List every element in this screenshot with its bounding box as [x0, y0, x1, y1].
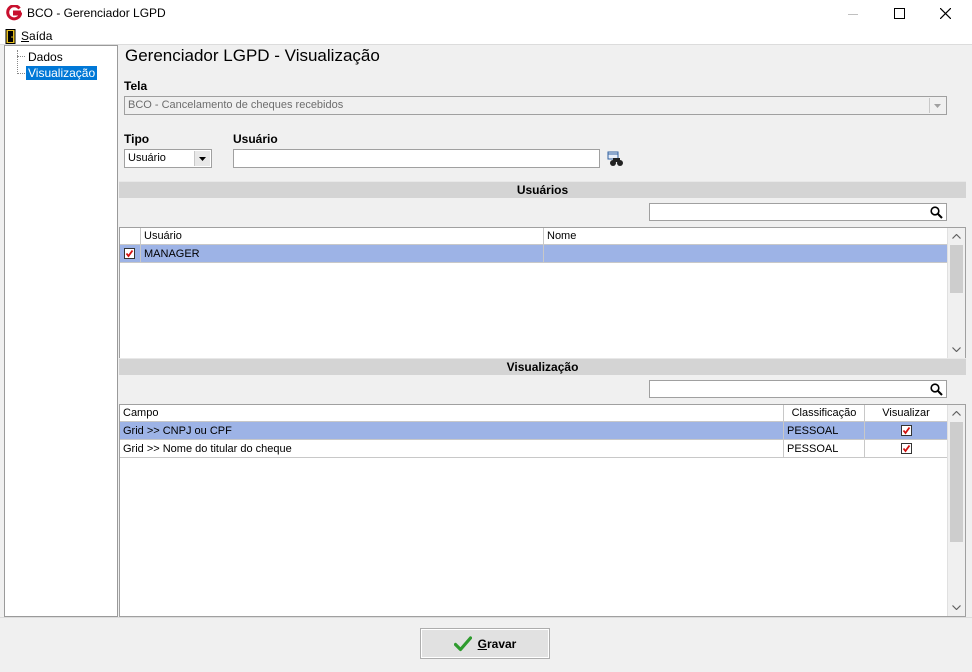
tela-dropdown-button[interactable] — [929, 98, 945, 113]
close-button[interactable] — [922, 0, 968, 27]
scroll-up-icon[interactable] — [948, 228, 965, 245]
view-section-header: Visualização — [119, 358, 966, 375]
table-row[interactable]: Grid >> CNPJ ou CPF PESSOAL — [120, 422, 948, 440]
users-search-input[interactable] — [649, 203, 947, 221]
view-grid-col-visualizar[interactable]: Visualizar — [865, 405, 948, 422]
tipo-select-value: Usuário — [128, 152, 166, 164]
users-grid-scroll-thumb[interactable] — [950, 245, 963, 293]
view-row-campo: Grid >> Nome do titular do cheque — [120, 440, 784, 458]
table-row[interactable]: MANAGER — [120, 245, 948, 263]
tipo-select[interactable]: Usuário — [124, 149, 212, 168]
menu-item-exit-label: Saída — [21, 29, 53, 43]
exit-door-icon — [5, 28, 16, 44]
view-grid-scroll-thumb[interactable] — [950, 422, 963, 542]
view-grid-col-classificacao[interactable]: Classificação — [784, 405, 865, 422]
users-grid-col-usuario[interactable]: Usuário — [141, 228, 544, 245]
binoculars-icon — [607, 151, 623, 166]
usuario-input[interactable] — [233, 149, 600, 168]
tela-select-value: BCO - Cancelamento de cheques recebidos — [128, 99, 344, 111]
view-grid-col-campo[interactable]: Campo — [120, 405, 784, 422]
view-grid[interactable]: Campo Classificação Visualizar Grid >> C… — [119, 404, 966, 617]
scroll-down-icon[interactable] — [948, 341, 965, 358]
save-button-label: Gravar — [477, 636, 517, 651]
tela-select[interactable]: BCO - Cancelamento de cheques recebidos — [124, 96, 947, 115]
window-title: BCO - Gerenciador LGPD — [27, 6, 166, 20]
usuario-label: Usuário — [233, 132, 278, 146]
menu-item-exit[interactable]: Saída — [5, 28, 52, 44]
chevron-down-icon — [934, 103, 941, 108]
view-grid-scrollbar[interactable] — [947, 405, 965, 616]
users-grid-col-nome[interactable]: Nome — [544, 228, 948, 245]
search-icon[interactable] — [930, 383, 943, 396]
tela-label: Tela — [124, 79, 148, 93]
footer-divider — [0, 617, 972, 618]
view-row-classificacao: PESSOAL — [784, 422, 865, 440]
maximize-icon — [893, 8, 905, 19]
menu-bar — [0, 27, 972, 45]
user-row-checkbox[interactable] — [120, 245, 141, 263]
users-grid[interactable]: Usuário Nome MANAGER — [119, 227, 966, 359]
users-grid-scrollbar[interactable] — [947, 228, 965, 358]
scroll-up-icon[interactable] — [948, 405, 965, 422]
minimize-icon — [848, 13, 858, 15]
user-row-usuario: MANAGER — [141, 245, 544, 263]
tree-item-dados[interactable]: Dados — [26, 50, 65, 64]
close-icon — [939, 8, 951, 19]
tree-item-visualizacao[interactable]: Visualização — [26, 66, 98, 80]
users-grid-check-header — [120, 228, 141, 245]
view-search-input[interactable] — [649, 380, 947, 398]
checkbox-checked-icon[interactable] — [124, 248, 135, 259]
checkbox-checked-icon[interactable] — [900, 425, 912, 436]
user-lookup-button[interactable] — [607, 151, 624, 167]
tipo-dropdown-button[interactable] — [194, 151, 210, 166]
view-row-classificacao: PESSOAL — [784, 440, 865, 458]
tipo-label: Tipo — [124, 132, 150, 146]
chevron-down-icon — [199, 156, 206, 161]
save-button[interactable]: Gravar — [420, 628, 550, 659]
view-row-visualizar-checkbox[interactable] — [865, 422, 948, 440]
view-row-campo: Grid >> CNPJ ou CPF — [120, 422, 784, 440]
navigation-tree[interactable]: Dados Visualização — [4, 45, 118, 617]
minimize-button[interactable] — [830, 0, 876, 27]
page-title: Gerenciador LGPD - Visualização — [125, 46, 380, 65]
user-row-nome — [544, 245, 948, 263]
maximize-button[interactable] — [876, 0, 922, 27]
checkmark-icon — [453, 635, 472, 651]
scroll-down-icon[interactable] — [948, 599, 965, 616]
table-row[interactable]: Grid >> Nome do titular do cheque PESSOA… — [120, 440, 948, 458]
checkbox-checked-icon[interactable] — [900, 443, 912, 454]
users-section-header: Usuários — [119, 181, 966, 198]
view-row-visualizar-checkbox[interactable] — [865, 440, 948, 458]
app-logo-icon — [6, 4, 23, 21]
search-icon[interactable] — [930, 206, 943, 219]
